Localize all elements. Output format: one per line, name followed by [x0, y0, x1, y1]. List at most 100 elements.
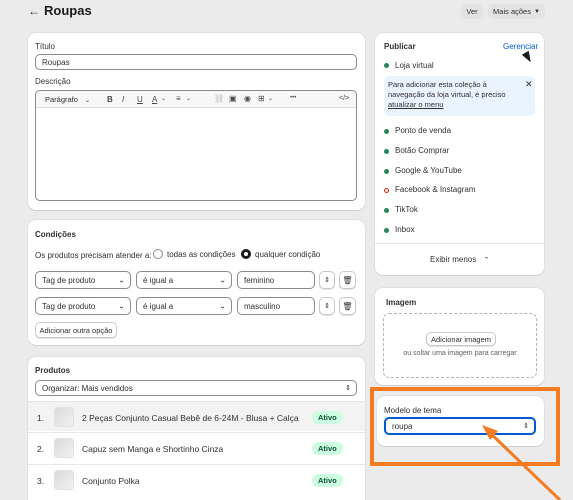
condition-operator-select[interactable]: é igual a ⌄: [136, 297, 232, 315]
radio-checked-icon: [241, 249, 251, 259]
theme-template-label: Modelo de tema: [384, 406, 442, 415]
conditions-title: Condições: [35, 230, 76, 239]
condition-operator-select[interactable]: é igual a ⌄: [136, 271, 232, 289]
channel-item: TikTok: [395, 205, 418, 214]
image-title: Imagem: [386, 298, 417, 307]
image-card: Imagem Adicionar imagem ou soltar uma im…: [375, 288, 544, 385]
status-dot-active: [384, 228, 389, 233]
text-color-button[interactable]: A: [152, 95, 157, 104]
condition-field-select[interactable]: Tag de produto ⌄: [35, 297, 131, 315]
italic-button[interactable]: I: [122, 95, 124, 104]
selector-arrows-icon: ⇕: [345, 385, 351, 392]
chevron-down-icon: ⌄: [268, 96, 274, 102]
chevron-down-icon: ⌄: [118, 301, 125, 311]
channel-item: Inbox: [395, 225, 415, 234]
manage-link[interactable]: Gerenciar: [503, 42, 538, 51]
annotation-arrow: [482, 425, 562, 500]
condition-field-select[interactable]: Tag de produto ⌄: [35, 271, 131, 289]
arrow-left-icon: ←: [28, 4, 40, 18]
trash-icon: 🗑: [342, 275, 353, 285]
video-icon[interactable]: ◉: [244, 94, 251, 103]
product-thumbnail: [54, 407, 74, 427]
update-menu-link[interactable]: atualizar o menu: [388, 100, 443, 109]
product-thumbnail: [54, 438, 74, 458]
product-name[interactable]: Conjunto Polka: [82, 476, 140, 486]
more-icon[interactable]: •••: [290, 95, 296, 101]
add-image-button[interactable]: Adicionar imagem: [426, 332, 496, 346]
status-dot-active: [384, 169, 389, 174]
radio-unchecked-icon: [153, 249, 163, 259]
divider: [375, 243, 544, 244]
must-match-label: Os produtos precisam atender a:: [35, 251, 152, 260]
table-row[interactable]: 1. 2 Peças Conjunto Casual Bebê de 6-24M…: [28, 401, 365, 431]
link-icon[interactable]: ⛓: [214, 94, 224, 103]
publish-title: Publicar: [384, 42, 416, 51]
title-label: Título: [35, 42, 56, 51]
channel-item: Facebook & Instagram: [395, 185, 476, 194]
chevron-down-icon: ⌄: [219, 275, 226, 285]
status-dot-active: [384, 149, 389, 154]
row-index: 1.: [37, 413, 45, 423]
add-condition-button[interactable]: Adicionar outra opção: [35, 322, 117, 338]
channel-item: Ponto de venda: [395, 126, 452, 135]
chevron-up-icon: ⌃: [483, 257, 490, 264]
row-index: 3.: [37, 476, 45, 486]
condition-stepper[interactable]: ⇕: [319, 297, 335, 315]
condition-value-input[interactable]: feminino: [237, 271, 315, 289]
channel-item: Botão Comprar: [395, 146, 450, 155]
show-less-button[interactable]: Exibir menos ⌃: [430, 255, 489, 264]
page-title: Roupas: [44, 3, 92, 18]
status-badge: Ativo: [312, 474, 343, 487]
chevron-down-icon: ⌄: [161, 96, 167, 102]
editor-toolbar: Parágrafo ⌄ B I U A ⌄ ≡ ⌄ ⛓ ▣ ◉ ⊞ ⌄ ••• …: [36, 91, 356, 108]
publish-card: Publicar Gerenciar Loja virtual Para adi…: [375, 33, 544, 275]
radio-all-conditions[interactable]: todas as condições: [153, 249, 236, 259]
chevron-down-icon: ▼: [533, 8, 540, 15]
paragraph-select[interactable]: Parágrafo ⌄: [45, 95, 90, 104]
underline-button[interactable]: U: [137, 95, 143, 104]
drop-hint: ou soltar uma imagem para carregar: [403, 350, 517, 357]
channel-online-store: Loja virtual: [395, 61, 434, 70]
conditions-card: Condições Os produtos precisam atender a…: [28, 220, 365, 345]
info-banner: Para adicionar esta coleção à navegação …: [384, 76, 535, 116]
code-view-icon[interactable]: </>: [339, 95, 349, 102]
channel-item: Google & YouTube: [395, 166, 462, 175]
title-input[interactable]: Roupas: [35, 54, 357, 70]
description-editor[interactable]: Parágrafo ⌄ B I U A ⌄ ≡ ⌄ ⛓ ▣ ◉ ⊞ ⌄ ••• …: [35, 90, 357, 201]
sort-select[interactable]: Organizar: Mais vendidos ⇕: [35, 380, 357, 396]
status-badge: Ativo: [312, 411, 343, 424]
close-icon[interactable]: ✕: [525, 79, 533, 90]
view-button[interactable]: Ver: [461, 4, 483, 19]
selector-arrows-icon: ⇕: [324, 277, 330, 284]
more-actions-button[interactable]: Mais ações ▼: [488, 4, 545, 19]
product-thumbnail: [54, 470, 74, 490]
radio-any-condition[interactable]: qualquer condição: [241, 249, 320, 259]
status-dot-inactive: [384, 188, 389, 193]
table-row[interactable]: 3. Conjunto Polka Ativo: [28, 464, 365, 495]
back-button[interactable]: ←: [28, 4, 42, 18]
delete-condition-button[interactable]: 🗑: [339, 271, 356, 289]
products-card: Produtos Organizar: Mais vendidos ⇕ 1. 2…: [28, 357, 365, 500]
status-dot-active: [384, 129, 389, 134]
chevron-down-icon: ⌄: [85, 98, 91, 104]
product-name[interactable]: Capuz sem Manga e Shortinho Cinza: [82, 444, 223, 454]
status-badge: Ativo: [312, 442, 343, 455]
table-row[interactable]: 2. Capuz sem Manga e Shortinho Cinza Ati…: [28, 432, 365, 463]
image-dropzone[interactable]: Adicionar imagem ou soltar uma imagem pa…: [383, 313, 537, 378]
row-index: 2.: [37, 444, 45, 454]
details-card: Título Roupas Descrição Parágrafo ⌄ B I …: [28, 33, 365, 210]
status-dot-active: [384, 208, 389, 213]
table-icon[interactable]: ⊞: [258, 94, 265, 103]
chevron-down-icon: ⌄: [118, 275, 125, 285]
condition-stepper[interactable]: ⇕: [319, 271, 335, 289]
chevron-down-icon: ⌄: [219, 301, 226, 311]
align-left-icon[interactable]: ≡: [176, 94, 181, 103]
trash-icon: 🗑: [342, 301, 353, 311]
delete-condition-button[interactable]: 🗑: [339, 297, 356, 315]
bold-button[interactable]: B: [107, 95, 113, 104]
description-label: Descrição: [35, 77, 71, 86]
condition-value-input[interactable]: masculino: [237, 297, 315, 315]
image-icon[interactable]: ▣: [229, 94, 237, 103]
banner-text: Para adicionar esta coleção à navegação …: [388, 80, 506, 109]
product-name[interactable]: 2 Peças Conjunto Casual Bebê de 6-24M - …: [82, 413, 299, 423]
